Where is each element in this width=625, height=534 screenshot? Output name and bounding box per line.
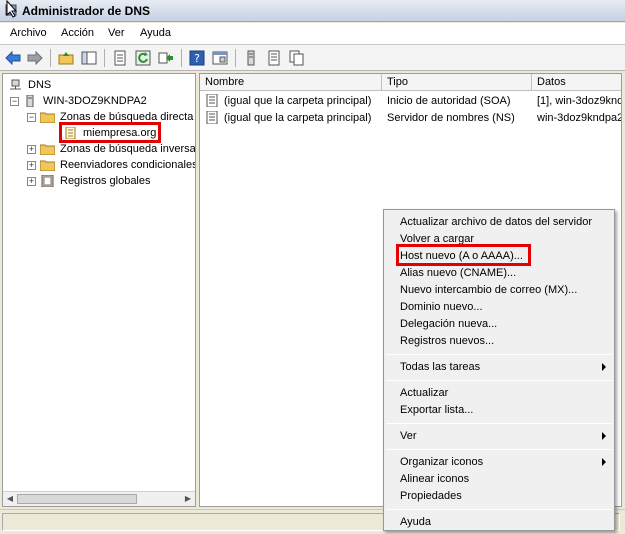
menu-item-new-alias[interactable]: Alias nuevo (CNAME)... — [400, 265, 516, 281]
menu-item-other-records[interactable]: Registros nuevos... — [400, 333, 494, 349]
menu-item-all-tasks[interactable]: Todas las tareas — [400, 359, 480, 375]
scroll-thumb[interactable] — [17, 494, 137, 504]
submenu-arrow-icon — [602, 432, 606, 440]
show-hide-tree-icon[interactable] — [80, 49, 98, 67]
menu-item-properties[interactable]: Propiedades — [400, 488, 462, 504]
forward-icon[interactable] — [26, 49, 44, 67]
record-name: (igual que la carpeta principal) — [224, 112, 372, 124]
back-icon[interactable] — [4, 49, 22, 67]
folder-icon — [40, 112, 55, 123]
scroll-right-icon[interactable]: ▶ — [183, 494, 193, 504]
title-bar: Administrador de DNS — [0, 0, 625, 22]
menu-item-view[interactable]: Ver — [400, 428, 417, 444]
export-list-icon[interactable] — [157, 49, 175, 67]
svg-text:?: ? — [194, 52, 200, 65]
console-tree-pane[interactable]: DNS − WIN-3DOZ9KNDPA2 − Zonas de búsqued… — [2, 73, 196, 507]
tree-label-global-logs: Registros globales — [60, 175, 151, 187]
tree-item-dns[interactable]: DNS — [8, 77, 51, 93]
menu-separator — [386, 380, 612, 381]
column-header-name[interactable]: Nombre — [200, 74, 382, 91]
menu-item-new-delegation[interactable]: Delegación nueva... — [400, 316, 497, 332]
expand-toggle[interactable]: + — [27, 160, 36, 170]
tree-label-dns: DNS — [28, 79, 52, 91]
collapse-toggle[interactable]: − — [27, 112, 36, 122]
column-header-type[interactable]: Tipo — [382, 74, 532, 91]
menu-accion[interactable]: Acción — [61, 27, 94, 39]
tree-item-conditional-forwarders[interactable]: + Reenviadores condicionales — [27, 157, 196, 173]
tree-item-server[interactable]: − WIN-3DOZ9KNDPA2 — [10, 93, 147, 109]
collapse-toggle[interactable]: − — [10, 96, 19, 106]
menu-item-new-mail-exchanger[interactable]: Nuevo intercambio de correo (MX)... — [400, 282, 577, 298]
toolbar-separator — [50, 49, 51, 67]
log-book-icon — [41, 175, 54, 187]
help-icon[interactable]: ? — [188, 49, 206, 67]
tree-label-reverse-zones: Zonas de búsqueda inversa — [60, 143, 196, 155]
toolbar-separator — [181, 49, 182, 67]
mmc-window-icon[interactable] — [211, 49, 229, 67]
toolbar-separator — [235, 49, 236, 67]
mouse-cursor-icon — [6, 0, 18, 18]
expand-toggle[interactable]: + — [27, 176, 36, 186]
highlight-box-new-host — [396, 244, 531, 266]
menu-item-refresh[interactable]: Actualizar — [400, 385, 448, 401]
record-name: (igual que la carpeta principal) — [224, 95, 372, 107]
up-folder-icon[interactable] — [57, 49, 75, 67]
properties-sheet-icon[interactable] — [111, 49, 129, 67]
menu-item-arrange-icons[interactable]: Organizar iconos — [400, 454, 483, 470]
menu-separator — [386, 509, 612, 510]
scroll-left-icon[interactable]: ◀ — [5, 494, 15, 504]
menu-item-new-domain[interactable]: Dominio nuevo... — [400, 299, 483, 315]
column-header-data[interactable]: Datos — [532, 74, 621, 91]
dns-root-icon — [10, 79, 21, 90]
expand-toggle[interactable]: + — [27, 144, 36, 154]
record-icon — [206, 94, 218, 107]
menu-ayuda[interactable]: Ayuda — [140, 27, 171, 39]
tree-horizontal-scrollbar[interactable]: ◀ ▶ — [3, 491, 195, 506]
menu-separator — [386, 449, 612, 450]
copy-records-icon[interactable] — [288, 49, 306, 67]
record-icon — [206, 111, 218, 124]
server-icon[interactable] — [242, 49, 260, 67]
tree-label-server: WIN-3DOZ9KNDPA2 — [43, 95, 147, 107]
submenu-arrow-icon — [602, 363, 606, 371]
list-records-icon[interactable] — [265, 49, 283, 67]
menu-separator — [386, 354, 612, 355]
record-type: Servidor de nombres (NS) — [387, 112, 515, 124]
context-menu: Actualizar archivo de datos del servidor… — [383, 209, 615, 531]
menu-item-export-list[interactable]: Exportar lista... — [400, 402, 473, 418]
menu-item-line-up-icons[interactable]: Alinear iconos — [400, 471, 469, 487]
folder-icon — [40, 144, 55, 155]
menu-item-update-server-file[interactable]: Actualizar archivo de datos del servidor — [400, 214, 592, 230]
menu-separator — [386, 423, 612, 424]
tree-item-reverse-zones[interactable]: + Zonas de búsqueda inversa — [27, 141, 196, 157]
refresh-icon[interactable] — [134, 49, 152, 67]
menu-ver[interactable]: Ver — [108, 27, 125, 39]
server-icon — [26, 95, 34, 107]
toolbar: ? — [0, 45, 625, 71]
tree-item-global-logs[interactable]: + Registros globales — [27, 173, 151, 189]
folder-icon — [40, 160, 55, 171]
tree-label-conditional-forwarders: Reenviadores condicionales — [60, 159, 196, 171]
record-data: win-3doz9kndpa2 — [537, 112, 622, 124]
menu-item-help[interactable]: Ayuda — [400, 514, 431, 530]
window-title: Administrador de DNS — [22, 4, 151, 18]
submenu-arrow-icon — [602, 458, 606, 466]
record-type: Inicio de autoridad (SOA) — [387, 95, 511, 107]
record-data: [1], win-3doz9kndpa2 — [537, 95, 621, 107]
menu-bar: Archivo Acción Ver Ayuda — [0, 23, 625, 45]
menu-archivo[interactable]: Archivo — [10, 27, 47, 39]
highlight-box-zone — [59, 122, 161, 143]
toolbar-separator — [104, 49, 105, 67]
